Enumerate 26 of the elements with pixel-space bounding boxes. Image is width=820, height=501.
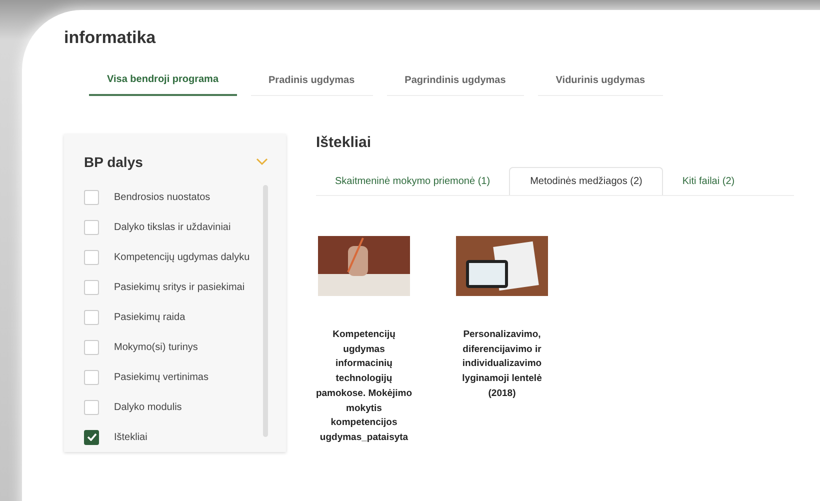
resource-title[interactable]: Kompetencijų ugdymas informacinių technologijų pamokose. Mokėjimo mokytis kompetencijos ugdymas_pataisyta: [314, 328, 414, 446]
section-label[interactable]: Dalyko tikslas ir uždaviniai: [114, 222, 231, 232]
checkbox[interactable]: [84, 430, 99, 444]
resource-tab[interactable]: Skaitmeninė mokymo priemonė (1): [316, 167, 510, 195]
scrollbar[interactable]: [263, 185, 268, 437]
photo-placeholder[interactable]: [456, 236, 548, 296]
chevron-icon[interactable]: [256, 158, 268, 166]
section-heading: Ištekliai: [316, 134, 372, 151]
page-title: informatika: [64, 28, 157, 48]
program-tab[interactable]: Vidurinis ugdymas: [538, 68, 664, 96]
program-tab[interactable]: Pagrindinis ugdymas: [386, 68, 524, 96]
section-label[interactable]: Pasiekimų sritys ir pasiekimai: [114, 282, 245, 292]
sidebar-title: BP dalys: [84, 154, 143, 170]
section-label[interactable]: Bendrosios nuostatos: [114, 192, 210, 202]
section-label[interactable]: Dalyko modulis: [114, 402, 182, 412]
program-tab[interactable]: Pradinis ugdymas: [250, 68, 373, 96]
section-label[interactable]: Mokymo(si) turinys: [114, 342, 198, 352]
section-label[interactable]: Kompetencijų ugdymas dalyku: [114, 252, 250, 262]
resource-tab[interactable]: Kiti failai (2): [663, 167, 754, 195]
section-label[interactable]: Pasiekimų raida: [114, 312, 186, 322]
program-tab[interactable]: Visa bendroji programa: [89, 68, 237, 96]
photo-placeholder[interactable]: [318, 236, 410, 296]
resource-tab[interactable]: Metodinės medžiagos (2): [509, 167, 664, 195]
section-label[interactable]: Pasiekimų vertinimas: [114, 372, 208, 382]
resource-title[interactable]: Personalizavimo, diferencijavimo ir individualizavimo lyginamoji lentelė (2018): [452, 328, 552, 402]
section-label[interactable]: Ištekliai: [114, 432, 148, 442]
